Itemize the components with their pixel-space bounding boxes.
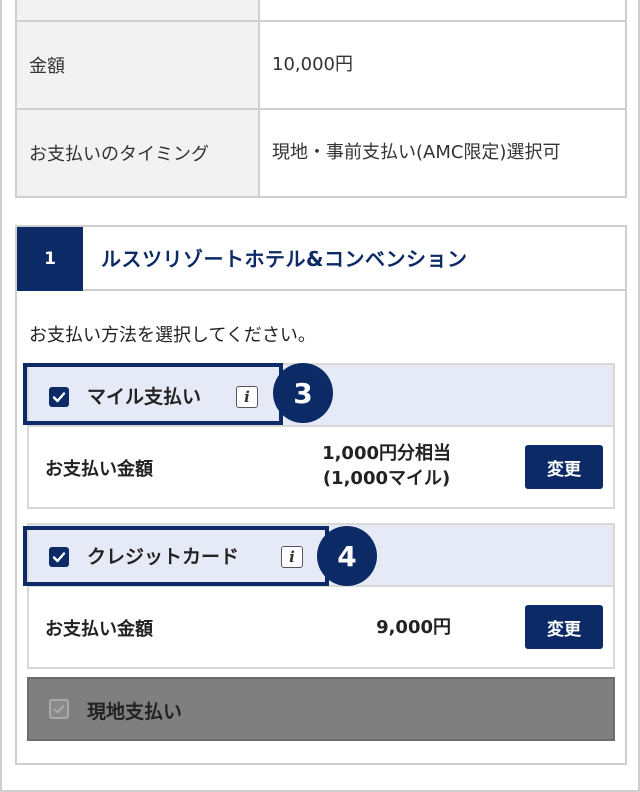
info-icon[interactable]: i — [236, 386, 258, 408]
credit-checkbox[interactable] — [49, 547, 69, 567]
hotel-section: 1 ルスツリゾートホテル&コンベンション お支払い方法を選択してください。 マイ… — [15, 225, 627, 765]
miles-amount-value: 1,000円分相当 (1,000マイル) — [322, 441, 451, 491]
table-row-amount: 金額 10,000円 — [15, 20, 627, 110]
step-3-badge: 3 — [273, 363, 333, 423]
check-icon — [52, 392, 66, 403]
payment-timing-value: 現地・事前支払い(AMC限定)選択可 — [258, 108, 627, 198]
step-4-badge: 4 — [317, 526, 377, 586]
amount-value: 10,000円 — [258, 20, 627, 110]
hotel-number-badge: 1 — [17, 227, 83, 291]
miles-amount-yen: 1,000円分相当 — [322, 443, 451, 464]
info-icon[interactable]: i — [281, 546, 303, 568]
check-icon — [52, 552, 66, 563]
miles-checkbox[interactable] — [49, 387, 69, 407]
hotel-header: 1 ルスツリゾートホテル&コンベンション — [17, 227, 625, 291]
payment-timing-label: お支払いのタイミング — [15, 108, 260, 198]
credit-change-button[interactable]: 変更 — [525, 605, 603, 649]
payment-instruction: お支払い方法を選択してください。 — [29, 325, 316, 346]
miles-amount-miles: (1,000マイル) — [322, 468, 451, 489]
reservation-info-table: 金額 10,000円 お支払いのタイミング 現地・事前支払い(AMC限定)選択可 — [15, 0, 627, 198]
amount-label: 金額 — [15, 20, 260, 110]
onsite-checkbox — [49, 699, 69, 719]
table-row — [15, 0, 627, 22]
credit-amount-label: お支払い金額 — [45, 619, 153, 640]
miles-payment-body: お支払い金額 1,000円分相当 (1,000マイル) 変更 — [29, 427, 613, 507]
miles-change-button[interactable]: 変更 — [525, 445, 603, 489]
hotel-name: ルスツリゾートホテル&コンベンション — [101, 247, 468, 271]
check-icon — [53, 705, 65, 714]
table-cell-blank — [15, 0, 260, 22]
credit-amount-value: 9,000円 — [376, 617, 451, 638]
onsite-payment-label: 現地支払い — [87, 701, 183, 723]
miles-payment-label: マイル支払い — [87, 386, 202, 408]
credit-payment-label: クレジットカード — [87, 546, 240, 568]
table-cell-blank — [258, 0, 627, 22]
table-row-payment-timing: お支払いのタイミング 現地・事前支払い(AMC限定)選択可 — [15, 108, 627, 198]
credit-payment-body: お支払い金額 9,000円 変更 — [29, 587, 613, 667]
miles-amount-label: お支払い金額 — [45, 459, 153, 480]
onsite-payment-block: 現地支払い — [27, 677, 615, 741]
